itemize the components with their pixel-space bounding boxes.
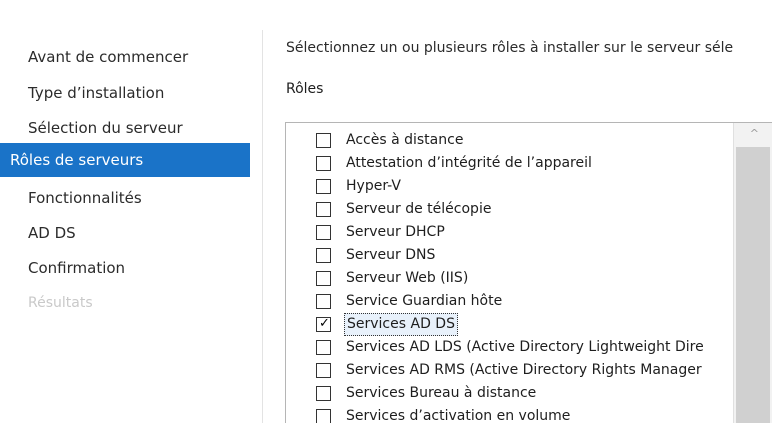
role-item[interactable]: Serveur de télécopie: [316, 198, 736, 221]
sidebar-item-confirmation[interactable]: Confirmation: [0, 251, 250, 285]
role-item[interactable]: Serveur DNS: [316, 244, 736, 267]
role-checkbox[interactable]: [316, 156, 331, 171]
role-checkbox[interactable]: [316, 271, 331, 286]
role-label: Services AD RMS (Active Directory Rights…: [346, 362, 702, 378]
role-checkbox-checked[interactable]: ✓: [316, 316, 331, 332]
sidebar-item-ad-ds[interactable]: AD DS: [0, 216, 250, 250]
scrollbar-thumb[interactable]: [736, 147, 770, 423]
roles-heading: Rôles: [286, 81, 324, 97]
role-label: Serveur DNS: [346, 247, 436, 263]
role-checkbox[interactable]: [316, 225, 331, 240]
vertical-scrollbar[interactable]: ^: [733, 123, 772, 423]
role-checkbox[interactable]: [316, 133, 331, 148]
role-label: Accès à distance: [346, 132, 464, 148]
role-checkbox[interactable]: [316, 409, 331, 423]
sidebar-item-roles-serveurs[interactable]: Rôles de serveurs: [0, 143, 250, 177]
role-label: Attestation d’intégrité de l’appareil: [346, 155, 592, 171]
role-checkbox[interactable]: [316, 386, 331, 401]
role-label: Serveur Web (IIS): [346, 270, 469, 286]
role-item[interactable]: Hyper-V: [316, 175, 736, 198]
role-label: Services AD LDS (Active Directory Lightw…: [346, 339, 704, 355]
role-item[interactable]: Services d’activation en volume: [316, 405, 736, 423]
role-item[interactable]: Services AD LDS (Active Directory Lightw…: [316, 336, 736, 359]
role-item[interactable]: Serveur Web (IIS): [316, 267, 736, 290]
role-label: Hyper-V: [346, 178, 401, 194]
role-checkbox[interactable]: [316, 202, 331, 217]
role-item[interactable]: Attestation d’intégrité de l’appareil: [316, 152, 736, 175]
sidebar-divider: [262, 30, 263, 423]
role-checkbox[interactable]: [316, 363, 331, 378]
roles-listbox[interactable]: Accès à distance Attestation d’intégrité…: [285, 122, 772, 423]
role-checkbox[interactable]: [316, 248, 331, 263]
role-label: Services d’activation en volume: [346, 408, 571, 423]
role-label: Services AD DS: [344, 313, 458, 336]
sidebar-item-resultats: Résultats: [28, 295, 93, 311]
scroll-up-icon[interactable]: ^: [750, 127, 759, 140]
role-item[interactable]: Service Guardian hôte: [316, 290, 736, 313]
role-checkbox[interactable]: [316, 179, 331, 194]
role-item[interactable]: Accès à distance: [316, 129, 736, 152]
role-checkbox[interactable]: [316, 340, 331, 355]
role-item[interactable]: Services AD RMS (Active Directory Rights…: [316, 359, 736, 382]
sidebar-item-avant-de-commencer[interactable]: Avant de commencer: [0, 40, 250, 74]
role-item-selected[interactable]: ✓ Services AD DS: [316, 313, 736, 336]
sidebar-item-selection-serveur[interactable]: Sélection du serveur: [0, 111, 250, 145]
wizard-sidebar: Avant de commencer Type d’installation S…: [0, 0, 262, 423]
role-label: Serveur DHCP: [346, 224, 445, 240]
sidebar-item-type-installation[interactable]: Type d’installation: [0, 76, 250, 110]
role-label: Services Bureau à distance: [346, 385, 537, 401]
role-item[interactable]: Services Bureau à distance: [316, 382, 736, 405]
checkmark-icon: ✓: [319, 316, 330, 331]
role-label: Service Guardian hôte: [346, 293, 503, 309]
instruction-text: Sélectionnez un ou plusieurs rôles à ins…: [286, 40, 734, 56]
role-label: Serveur de télécopie: [346, 201, 492, 217]
role-checkbox[interactable]: [316, 294, 331, 309]
role-item[interactable]: Serveur DHCP: [316, 221, 736, 244]
sidebar-item-fonctionnalites[interactable]: Fonctionnalités: [0, 181, 250, 215]
